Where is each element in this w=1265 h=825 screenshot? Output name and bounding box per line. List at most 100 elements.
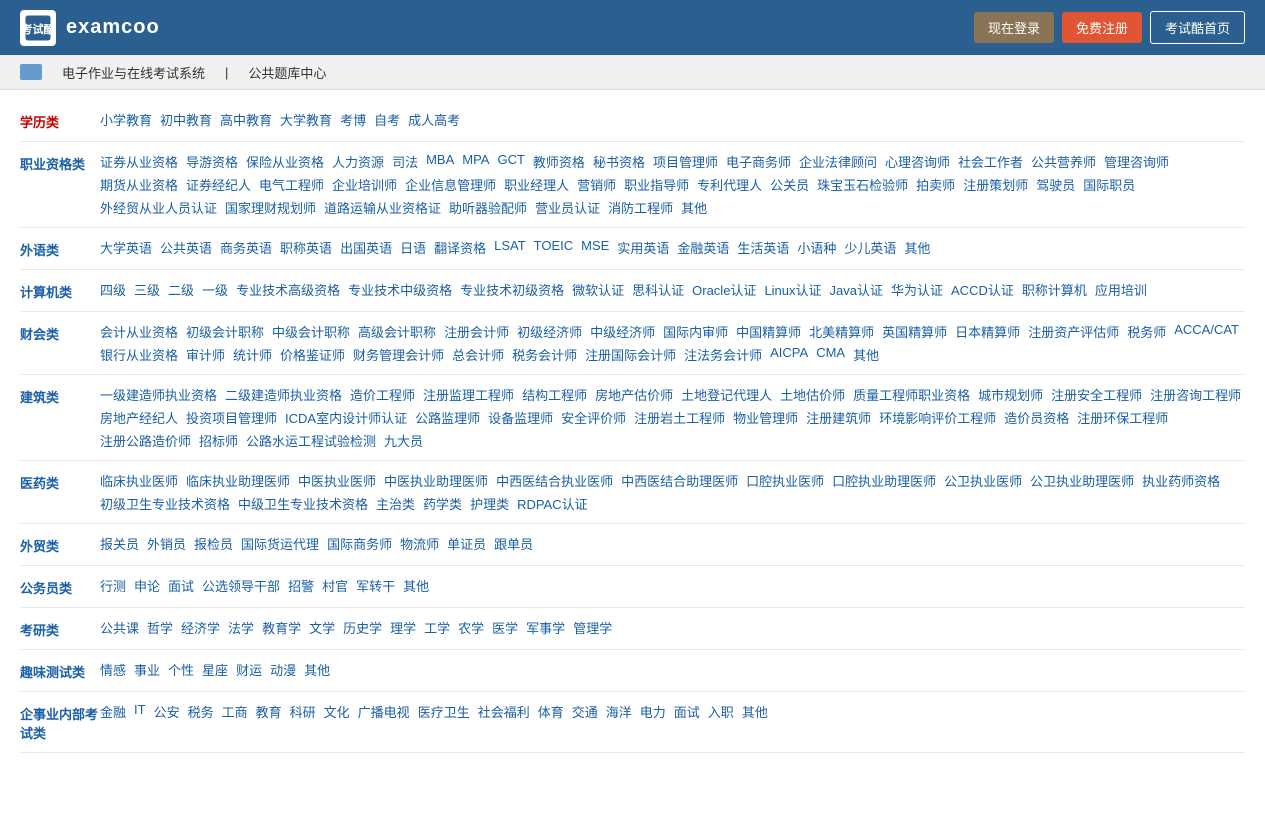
cat-link-2-4[interactable]: 出国英语 <box>340 238 392 257</box>
cat-link-4-10[interactable]: 英国精算师 <box>882 322 947 341</box>
cat-link-5-8[interactable]: 质量工程师职业资格 <box>853 385 970 404</box>
cat-link-6-14[interactable]: 药学类 <box>423 494 462 513</box>
cat-link-5-10[interactable]: 注册安全工程师 <box>1051 385 1142 404</box>
cat-link-4-16[interactable]: 审计师 <box>186 345 225 364</box>
cat-link-8-4[interactable]: 招警 <box>288 576 314 595</box>
cat-link-5-19[interactable]: 物业管理师 <box>733 408 798 427</box>
cat-link-4-24[interactable]: AICPA <box>770 345 808 360</box>
cat-link-6-10[interactable]: 执业药师资格 <box>1142 471 1220 490</box>
cat-link-5-22[interactable]: 造价员资格 <box>1004 408 1069 427</box>
cat-link-3-14[interactable]: 职称计算机 <box>1022 280 1087 299</box>
cat-link-11-3[interactable]: 税务 <box>188 702 214 721</box>
cat-link-1-14[interactable]: 社会工作者 <box>958 152 1023 171</box>
cat-link-4-20[interactable]: 总会计师 <box>452 345 504 364</box>
cat-link-2-2[interactable]: 商务英语 <box>220 238 272 257</box>
cat-link-1-24[interactable]: 职业指导师 <box>624 175 689 194</box>
cat-link-3-7[interactable]: 微软认证 <box>572 280 624 299</box>
cat-link-7-0[interactable]: 报关员 <box>100 534 139 553</box>
cat-link-1-13[interactable]: 心理咨询师 <box>885 152 950 171</box>
home-button[interactable]: 考试酷首页 <box>1150 11 1245 44</box>
cat-link-4-22[interactable]: 注册国际会计师 <box>585 345 676 364</box>
cat-link-4-23[interactable]: 注法务会计师 <box>684 345 762 364</box>
category-label-7[interactable]: 外贸类 <box>20 534 100 555</box>
cat-link-11-2[interactable]: 公安 <box>154 702 180 721</box>
cat-link-5-18[interactable]: 注册岩土工程师 <box>634 408 725 427</box>
cat-link-9-9[interactable]: 农学 <box>458 618 484 637</box>
login-button[interactable]: 现在登录 <box>974 12 1054 43</box>
cat-link-5-13[interactable]: 投资项目管理师 <box>186 408 277 427</box>
category-label-8[interactable]: 公务员类 <box>20 576 100 597</box>
cat-link-9-2[interactable]: 经济学 <box>181 618 220 637</box>
cat-link-9-7[interactable]: 理学 <box>390 618 416 637</box>
cat-link-6-16[interactable]: RDPAC认证 <box>517 494 588 513</box>
cat-link-2-13[interactable]: 小语种 <box>797 238 836 257</box>
cat-link-7-1[interactable]: 外销员 <box>147 534 186 553</box>
cat-link-7-2[interactable]: 报检员 <box>194 534 233 553</box>
cat-link-8-7[interactable]: 其他 <box>403 576 429 595</box>
cat-link-1-38[interactable]: 其他 <box>681 198 707 217</box>
cat-link-11-17[interactable]: 其他 <box>742 702 768 721</box>
cat-link-4-15[interactable]: 银行从业资格 <box>100 345 178 364</box>
cat-link-0-2[interactable]: 高中教育 <box>220 110 272 129</box>
cat-link-2-11[interactable]: 金融英语 <box>677 238 729 257</box>
cat-link-3-12[interactable]: 华为认证 <box>891 280 943 299</box>
cat-link-2-15[interactable]: 其他 <box>904 238 930 257</box>
cat-link-11-6[interactable]: 科研 <box>290 702 316 721</box>
cat-link-10-5[interactable]: 动漫 <box>270 660 296 679</box>
cat-link-1-21[interactable]: 企业信息管理师 <box>405 175 496 194</box>
cat-link-7-7[interactable]: 跟单员 <box>494 534 533 553</box>
cat-link-1-35[interactable]: 助听器验配师 <box>449 198 527 217</box>
cat-link-6-8[interactable]: 公卫执业医师 <box>944 471 1022 490</box>
cat-link-3-0[interactable]: 四级 <box>100 280 126 299</box>
cat-link-10-6[interactable]: 其他 <box>304 660 330 679</box>
cat-link-11-7[interactable]: 文化 <box>324 702 350 721</box>
category-label-2[interactable]: 外语类 <box>20 238 100 259</box>
cat-link-5-14[interactable]: ICDA室内设计师认证 <box>285 408 407 427</box>
cat-link-1-4[interactable]: 司法 <box>392 152 418 171</box>
cat-link-6-2[interactable]: 中医执业医师 <box>298 471 376 490</box>
cat-link-3-9[interactable]: Oracle认证 <box>692 280 756 299</box>
cat-link-3-13[interactable]: ACCD认证 <box>951 280 1014 299</box>
cat-link-5-25[interactable]: 招标师 <box>199 431 238 450</box>
category-label-6[interactable]: 医药类 <box>20 471 100 513</box>
cat-link-0-3[interactable]: 大学教育 <box>280 110 332 129</box>
category-label-10[interactable]: 趣味测试类 <box>20 660 100 681</box>
cat-link-11-9[interactable]: 医疗卫生 <box>418 702 470 721</box>
cat-link-0-5[interactable]: 自考 <box>374 110 400 129</box>
cat-link-4-5[interactable]: 初级经济师 <box>517 322 582 341</box>
cat-link-9-8[interactable]: 工学 <box>424 618 450 637</box>
cat-link-3-6[interactable]: 专业技术初级资格 <box>460 280 564 299</box>
cat-link-6-9[interactable]: 公卫执业助理医师 <box>1030 471 1134 490</box>
cat-link-1-31[interactable]: 国际职员 <box>1083 175 1135 194</box>
cat-link-11-11[interactable]: 体育 <box>538 702 564 721</box>
cat-link-9-12[interactable]: 管理学 <box>573 618 612 637</box>
cat-link-3-3[interactable]: 一级 <box>202 280 228 299</box>
cat-link-11-10[interactable]: 社会福利 <box>478 702 530 721</box>
cat-link-4-17[interactable]: 统计师 <box>233 345 272 364</box>
cat-link-4-21[interactable]: 税务会计师 <box>512 345 577 364</box>
cat-link-2-3[interactable]: 职称英语 <box>280 238 332 257</box>
cat-link-1-20[interactable]: 企业培训师 <box>332 175 397 194</box>
cat-link-11-4[interactable]: 工商 <box>222 702 248 721</box>
cat-link-3-8[interactable]: 思科认证 <box>632 280 684 299</box>
cat-link-6-5[interactable]: 中西医结合助理医师 <box>621 471 738 490</box>
cat-link-1-16[interactable]: 管理咨询师 <box>1104 152 1169 171</box>
cat-link-4-19[interactable]: 财务管理会计师 <box>353 345 444 364</box>
cat-link-4-2[interactable]: 中级会计职称 <box>272 322 350 341</box>
cat-link-9-10[interactable]: 医学 <box>492 618 518 637</box>
cat-link-2-1[interactable]: 公共英语 <box>160 238 212 257</box>
category-label-11[interactable]: 企事业内部考试类 <box>20 702 100 742</box>
cat-link-7-5[interactable]: 物流师 <box>400 534 439 553</box>
cat-link-1-34[interactable]: 道路运输从业资格证 <box>324 198 441 217</box>
cat-link-9-5[interactable]: 文学 <box>309 618 335 637</box>
cat-link-10-2[interactable]: 个性 <box>168 660 194 679</box>
cat-link-1-29[interactable]: 注册策划师 <box>963 175 1028 194</box>
cat-link-1-10[interactable]: 项目管理师 <box>653 152 718 171</box>
cat-link-10-4[interactable]: 财运 <box>236 660 262 679</box>
cat-link-3-2[interactable]: 二级 <box>168 280 194 299</box>
cat-link-5-9[interactable]: 城市规划师 <box>978 385 1043 404</box>
cat-link-1-9[interactable]: 秘书资格 <box>593 152 645 171</box>
category-label-4[interactable]: 财会类 <box>20 322 100 364</box>
category-label-3[interactable]: 计算机类 <box>20 280 100 301</box>
cat-link-10-3[interactable]: 星座 <box>202 660 228 679</box>
